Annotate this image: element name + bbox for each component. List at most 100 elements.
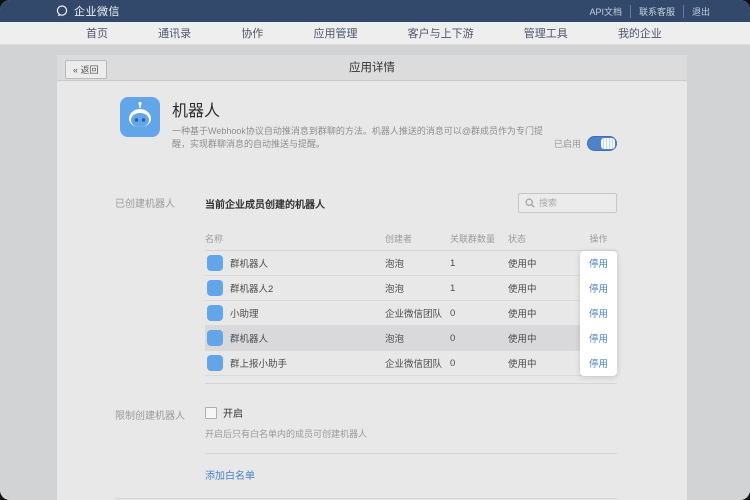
action-cell: 停用	[580, 281, 617, 295]
page-title: 应用详情	[57, 55, 687, 81]
restrict-checkbox-row[interactable]: 开启	[205, 405, 617, 420]
search-box[interactable]	[518, 193, 617, 213]
robot-name-cell: 小助理	[205, 305, 385, 321]
table-row: 群机器人 泡泡 1 使用中 停用	[205, 251, 617, 276]
robot-name: 小助理	[230, 306, 259, 320]
enabled-toggle[interactable]	[587, 136, 617, 151]
col-header-groups: 关联群数量	[450, 232, 508, 245]
add-whitelist-link[interactable]: 添加白名单	[205, 467, 255, 482]
robot-name-cell: 群机器人	[205, 255, 385, 271]
robot-row-icon	[207, 280, 223, 296]
robot-creator: 泡泡	[385, 281, 450, 295]
robots-head: 当前企业成员创建的机器人	[205, 193, 617, 213]
logo-text: 企业微信	[74, 3, 120, 19]
robot-group-count: 1	[450, 283, 508, 294]
toggle-knob	[601, 138, 615, 149]
enabled-label: 已启用	[554, 137, 581, 150]
robot-face-icon	[120, 97, 160, 137]
table-row: 小助理 企业微信团队 0 使用中 停用	[205, 301, 617, 326]
search-input[interactable]	[539, 198, 609, 208]
col-header-status: 状态	[508, 232, 580, 245]
nav-item-my-enterprise[interactable]: 我的企业	[618, 25, 662, 41]
restrict-divider	[205, 453, 617, 454]
nav-item-app-management[interactable]: 应用管理	[313, 25, 357, 41]
disable-link[interactable]: 停用	[589, 309, 608, 320]
robots-subtitle: 当前企业成员创建的机器人	[205, 196, 325, 211]
created-robots-label: 已创建机器人	[57, 193, 205, 384]
robot-group-count: 0	[450, 308, 508, 319]
disable-link[interactable]: 停用	[589, 334, 608, 345]
table-row-hovered: 群机器人 泡泡 0 使用中 停用	[205, 326, 617, 351]
robot-group-count: 0	[450, 358, 508, 369]
robot-status: 使用中	[508, 306, 580, 320]
chat-bubble-icon	[55, 4, 69, 18]
topbar: 企业微信 API文档 联系客服 退出	[0, 0, 750, 22]
restrict-checkbox[interactable]	[205, 407, 217, 419]
restrict-label: 限制创建机器人	[57, 405, 205, 484]
robot-name-cell: 群上报小助手	[205, 355, 385, 371]
robot-creator: 企业微信团队	[385, 306, 450, 320]
action-cell: 停用	[580, 306, 617, 320]
api-docs-link[interactable]: API文档	[581, 5, 630, 18]
robot-name: 群机器人	[230, 331, 268, 345]
enable-control: 已启用	[554, 136, 617, 151]
col-header-name: 名称	[205, 232, 385, 245]
nav-item-customers[interactable]: 客户与上下游	[408, 25, 474, 41]
nav-item-home[interactable]: 首页	[86, 25, 108, 41]
robot-row-icon	[207, 255, 223, 271]
panel-header: « 返回 应用详情	[57, 55, 687, 81]
robot-row-icon	[207, 330, 223, 346]
disable-link[interactable]: 停用	[589, 284, 608, 295]
table-row: 群上报小助手 企业微信团队 0 使用中 停用	[205, 351, 617, 376]
restrict-checkbox-label: 开启	[223, 405, 243, 420]
nav-item-collaboration[interactable]: 协作	[241, 25, 263, 41]
app-window: 企业微信 API文档 联系客服 退出 首页 通讯录 协作 应用管理 客户与上下游…	[0, 0, 750, 500]
table-header-row: 名称 创建者 关联群数量 状态 操作	[205, 227, 617, 251]
disable-link[interactable]: 停用	[589, 259, 608, 270]
created-robots-content: 当前企业成员创建的机器人 名称 创	[205, 193, 617, 384]
topbar-links: API文档 联系客服 退出	[581, 5, 718, 18]
back-button[interactable]: « 返回	[65, 60, 107, 79]
action-cell: 停用	[580, 356, 617, 370]
robot-name-cell: 群机器人2	[205, 280, 385, 296]
robot-name: 群机器人	[230, 256, 268, 270]
robot-app-icon	[120, 97, 160, 137]
created-robots-section: 已创建机器人 当前企业成员创建的机器人	[57, 193, 687, 384]
robot-creator: 泡泡	[385, 331, 450, 345]
robot-row-icon	[207, 355, 223, 371]
restrict-hint: 开启后只有白名单内的成员可创建机器人	[205, 427, 617, 440]
robot-creator: 泡泡	[385, 256, 450, 270]
restrict-content: 开启 开启后只有白名单内的成员可创建机器人 添加白名单	[205, 405, 617, 484]
action-cell: 停用	[580, 331, 617, 345]
app-description: 一种基于Webhook协议自动推消息到群聊的方法。机器人推送的消息可以@群成员作…	[172, 125, 554, 151]
robot-status: 使用中	[508, 256, 580, 270]
page-background: « 返回 应用详情 机器人 一种基于Webho	[0, 45, 750, 500]
robot-group-count: 0	[450, 333, 508, 344]
search-icon	[525, 198, 535, 208]
col-header-action: 操作	[580, 232, 617, 245]
col-header-creator: 创建者	[385, 232, 450, 245]
table-bottom-border	[205, 383, 617, 384]
logout-link[interactable]: 退出	[683, 5, 718, 18]
robot-name-cell: 群机器人	[205, 330, 385, 346]
contact-support-link[interactable]: 联系客服	[630, 5, 683, 18]
robot-group-count: 1	[450, 258, 508, 269]
nav-item-admin-tools[interactable]: 管理工具	[524, 25, 568, 41]
app-info-section: 机器人 一种基于Webhook协议自动推消息到群聊的方法。机器人推送的消息可以@…	[57, 81, 687, 169]
app-name: 机器人	[172, 97, 687, 121]
robot-row-icon	[207, 305, 223, 321]
restrict-section: 限制创建机器人 开启 开启后只有白名单内的成员可创建机器人 添加白名单	[57, 405, 687, 484]
wecom-logo: 企业微信	[55, 3, 120, 19]
robot-status: 使用中	[508, 331, 580, 345]
robot-status: 使用中	[508, 281, 580, 295]
robot-creator: 企业微信团队	[385, 356, 450, 370]
robots-table: 名称 创建者 关联群数量 状态 操作 群机器人 泡泡	[205, 227, 617, 384]
robot-name: 群上报小助手	[230, 356, 287, 370]
robot-status: 使用中	[508, 356, 580, 370]
app-detail-panel: « 返回 应用详情 机器人 一种基于Webho	[57, 55, 687, 500]
action-cell: 停用	[580, 256, 617, 270]
disable-link[interactable]: 停用	[589, 359, 608, 370]
nav-item-contacts[interactable]: 通讯录	[158, 25, 191, 41]
main-nav: 首页 通讯录 协作 应用管理 客户与上下游 管理工具 我的企业	[0, 22, 750, 45]
robot-name: 群机器人2	[230, 281, 273, 295]
